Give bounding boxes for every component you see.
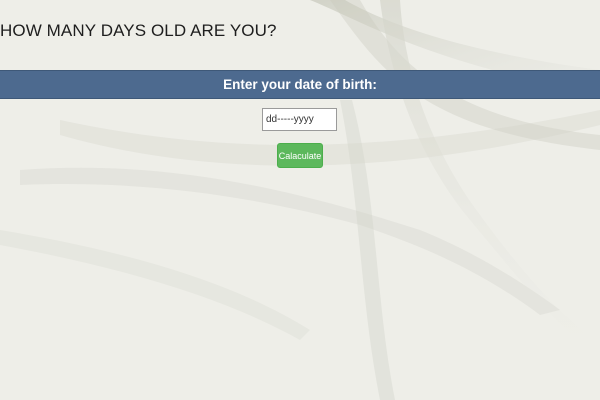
banner-label: Enter your date of birth: bbox=[223, 77, 377, 92]
background-swirl-decoration bbox=[0, 0, 600, 400]
date-of-birth-banner: Enter your date of birth: bbox=[0, 70, 600, 99]
page-title: HOW MANY DAYS OLD ARE YOU? bbox=[0, 21, 277, 40]
calculate-button[interactable]: Calaculate bbox=[277, 143, 323, 168]
date-of-birth-input[interactable] bbox=[262, 108, 337, 131]
